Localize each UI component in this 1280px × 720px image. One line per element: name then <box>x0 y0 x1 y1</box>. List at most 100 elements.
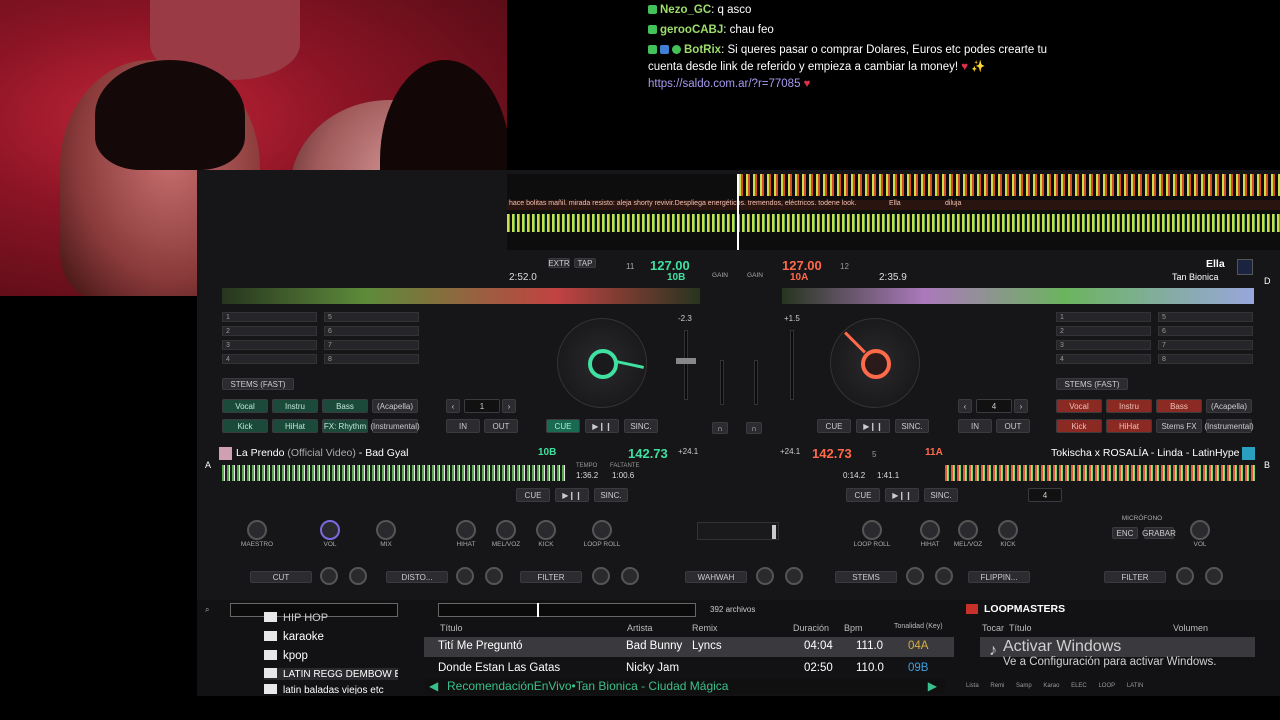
deck2-loop-out-button[interactable]: OUT <box>996 419 1030 433</box>
ticker-prev-icon[interactable]: ◀ <box>429 678 438 694</box>
mic-record-button[interactable]: GRABAR <box>1142 527 1176 539</box>
deck1-stem-instrumental[interactable]: (Instrumental) <box>370 419 420 433</box>
overview-waveform[interactable]: hace bolitas mañil. mirada resisto: alej… <box>507 174 1280 250</box>
deck2-waveform[interactable] <box>782 288 1254 304</box>
channel1-volume-fader[interactable] <box>720 360 724 405</box>
hotcue-slot[interactable]: 8 <box>324 354 419 364</box>
fx-filter-right-pos-knob[interactable] <box>1176 567 1194 585</box>
fx-hihat-knob[interactable] <box>456 520 476 540</box>
fx-loop-roll-knob[interactable] <box>592 520 612 540</box>
tab-loop[interactable]: LOOP <box>1098 683 1115 689</box>
fx-filter-pos-knob[interactable] <box>592 567 610 585</box>
hotcue-slot[interactable]: 3 <box>1056 340 1151 350</box>
file-search-input[interactable] <box>438 603 696 617</box>
deck1-loop-prev-button[interactable]: ‹ <box>446 399 460 413</box>
deck2-stems-dropdown[interactable]: STEMS (FAST) <box>1056 378 1128 390</box>
deck1-loop-next-button[interactable]: › <box>502 399 516 413</box>
hotcue-slot[interactable]: 8 <box>1158 354 1253 364</box>
mic-on-button[interactable]: ENC <box>1112 527 1138 539</box>
column-duration[interactable]: Duración <box>793 623 829 633</box>
crossfader[interactable] <box>697 522 779 540</box>
fx-disto-dropdown[interactable]: DISTO... <box>386 571 448 583</box>
fx-melvoz-knob[interactable] <box>496 520 516 540</box>
hotcue-slot[interactable]: 7 <box>1158 340 1253 350</box>
deck4-play-button[interactable]: ▶❙❙ <box>885 488 919 502</box>
crossfader-cap[interactable] <box>772 525 776 539</box>
deck3-cue-button[interactable]: CUE <box>516 488 550 502</box>
deck2-stem-kick[interactable]: Kick <box>1056 419 1102 433</box>
hotcue-slot[interactable]: 4 <box>1056 354 1151 364</box>
tab-karaoke[interactable]: Karao <box>1043 683 1059 689</box>
deck1-loop-out-button[interactable]: OUT <box>484 419 518 433</box>
deck2-loop-next-button[interactable]: › <box>1014 399 1028 413</box>
deck2-play-button[interactable]: ▶❙❙ <box>856 419 890 433</box>
hotcue-slot[interactable]: 1 <box>222 312 317 322</box>
deck2-stem-bass[interactable]: Bass <box>1156 399 1202 413</box>
deck2-jogwheel[interactable] <box>830 318 920 408</box>
fx-cut-str-knob[interactable] <box>320 567 338 585</box>
deck1-stem-kick[interactable]: Kick <box>222 419 268 433</box>
column-key[interactable]: Tonalidad (Key) <box>894 623 943 630</box>
sidepanel-col-volume[interactable]: Volumen <box>1173 623 1208 633</box>
deck2-sync-button[interactable]: SINC. <box>895 419 929 433</box>
deck1-stem-acapella[interactable]: (Acapella) <box>372 399 418 413</box>
deck2-stem-instru[interactable]: Instru <box>1106 399 1152 413</box>
fx-wahwah-str-knob[interactable] <box>756 567 774 585</box>
deck2-stem-acapella[interactable]: (Acapella) <box>1206 399 1252 413</box>
folder-item[interactable]: karaoke <box>264 631 324 643</box>
hotcue-slot[interactable]: 5 <box>324 312 419 322</box>
deck3-play-button[interactable]: ▶❙❙ <box>555 488 589 502</box>
column-artist[interactable]: Artista <box>627 623 653 633</box>
deck4-loop-value[interactable]: 4 <box>1028 488 1062 502</box>
fx-kick-right-knob[interactable] <box>998 520 1018 540</box>
chat-link[interactable]: https://saldo.com.ar/?r=77085 <box>648 78 800 90</box>
tab-remix[interactable]: Remi <box>990 683 1004 689</box>
folder-item[interactable]: latin baladas viejos etc <box>264 684 398 694</box>
deck1-pitch-fader-cap[interactable] <box>676 358 696 364</box>
hotcue-slot[interactable]: 4 <box>222 354 317 364</box>
hotcue-slot[interactable]: 6 <box>324 326 419 336</box>
hotcue-slot[interactable]: 2 <box>222 326 317 336</box>
fx-cut-dropdown[interactable]: CUT <box>250 571 312 583</box>
tab-sampler[interactable]: Samp <box>1016 683 1032 689</box>
deck1-stem-hihat[interactable]: HiHat <box>272 419 318 433</box>
search-icon[interactable]: ⌕ <box>205 605 209 615</box>
deck1-stems-dropdown[interactable]: STEMS (FAST) <box>222 378 294 390</box>
deck4-waveform[interactable] <box>945 465 1255 481</box>
table-row[interactable]: Donde Estan Las Gatas Nicky Jam 02:50 11… <box>424 659 954 677</box>
deck2-stem-instrumental[interactable]: (Instrumental) <box>1204 419 1254 433</box>
deck1-loop-value[interactable]: 1 <box>464 399 500 413</box>
column-title[interactable]: Título <box>440 623 463 633</box>
deck2-loop-in-button[interactable]: IN <box>958 419 992 433</box>
deck1-tap-button[interactable]: TAP <box>574 258 596 268</box>
headphone-cue-right-icon[interactable]: ∩ <box>746 422 762 434</box>
folder-item[interactable]: LATIN REGG DEMBOW BRA... <box>264 668 398 680</box>
deck1-stem-vocal[interactable]: Vocal <box>222 399 268 413</box>
fx-filter-right-res-knob[interactable] <box>1205 567 1223 585</box>
volume-knob[interactable] <box>320 520 340 540</box>
deck2-stem-vocal[interactable]: Vocal <box>1056 399 1102 413</box>
table-row[interactable]: Tití Me Preguntó Bad Bunny Lyncs 04:04 1… <box>424 637 954 657</box>
deck2-loop-value[interactable]: 4 <box>976 399 1012 413</box>
fx-filter-dropdown[interactable]: FILTER <box>520 571 582 583</box>
sidepanel-col-play[interactable]: Tocar <box>982 623 1004 633</box>
fx-melvoz-right-knob[interactable] <box>958 520 978 540</box>
deck2-stem-hihat[interactable]: HiHat <box>1106 419 1152 433</box>
fx-filter-res-knob[interactable] <box>621 567 639 585</box>
deck1-extr-button[interactable]: EXTR <box>548 258 570 268</box>
column-remix[interactable]: Remix <box>692 623 718 633</box>
column-bpm[interactable]: Bpm <box>844 623 863 633</box>
deck1-stem-fx-rhythm[interactable]: FX: Rhythm <box>322 419 368 433</box>
mix-knob[interactable] <box>376 520 396 540</box>
deck2-loop-prev-button[interactable]: ‹ <box>958 399 972 413</box>
deck2-stem-fx[interactable]: Stems FX <box>1156 419 1202 433</box>
fx-wahwah-spd-knob[interactable] <box>785 567 803 585</box>
recommendation-ticker[interactable]: ◀ RecomendaciónEnVivo•Tan Bionica - Ciud… <box>425 678 945 694</box>
deck1-pitch-fader[interactable] <box>684 330 688 400</box>
deck1-sync-button[interactable]: SINC. <box>624 419 658 433</box>
folder-item[interactable]: kpop <box>264 650 308 662</box>
deck1-stem-instru[interactable]: Instru <box>272 399 318 413</box>
deck2-cue-button[interactable]: CUE <box>817 419 851 433</box>
deck1-stem-bass[interactable]: Bass <box>322 399 368 413</box>
tab-elec[interactable]: ELEC <box>1071 683 1087 689</box>
